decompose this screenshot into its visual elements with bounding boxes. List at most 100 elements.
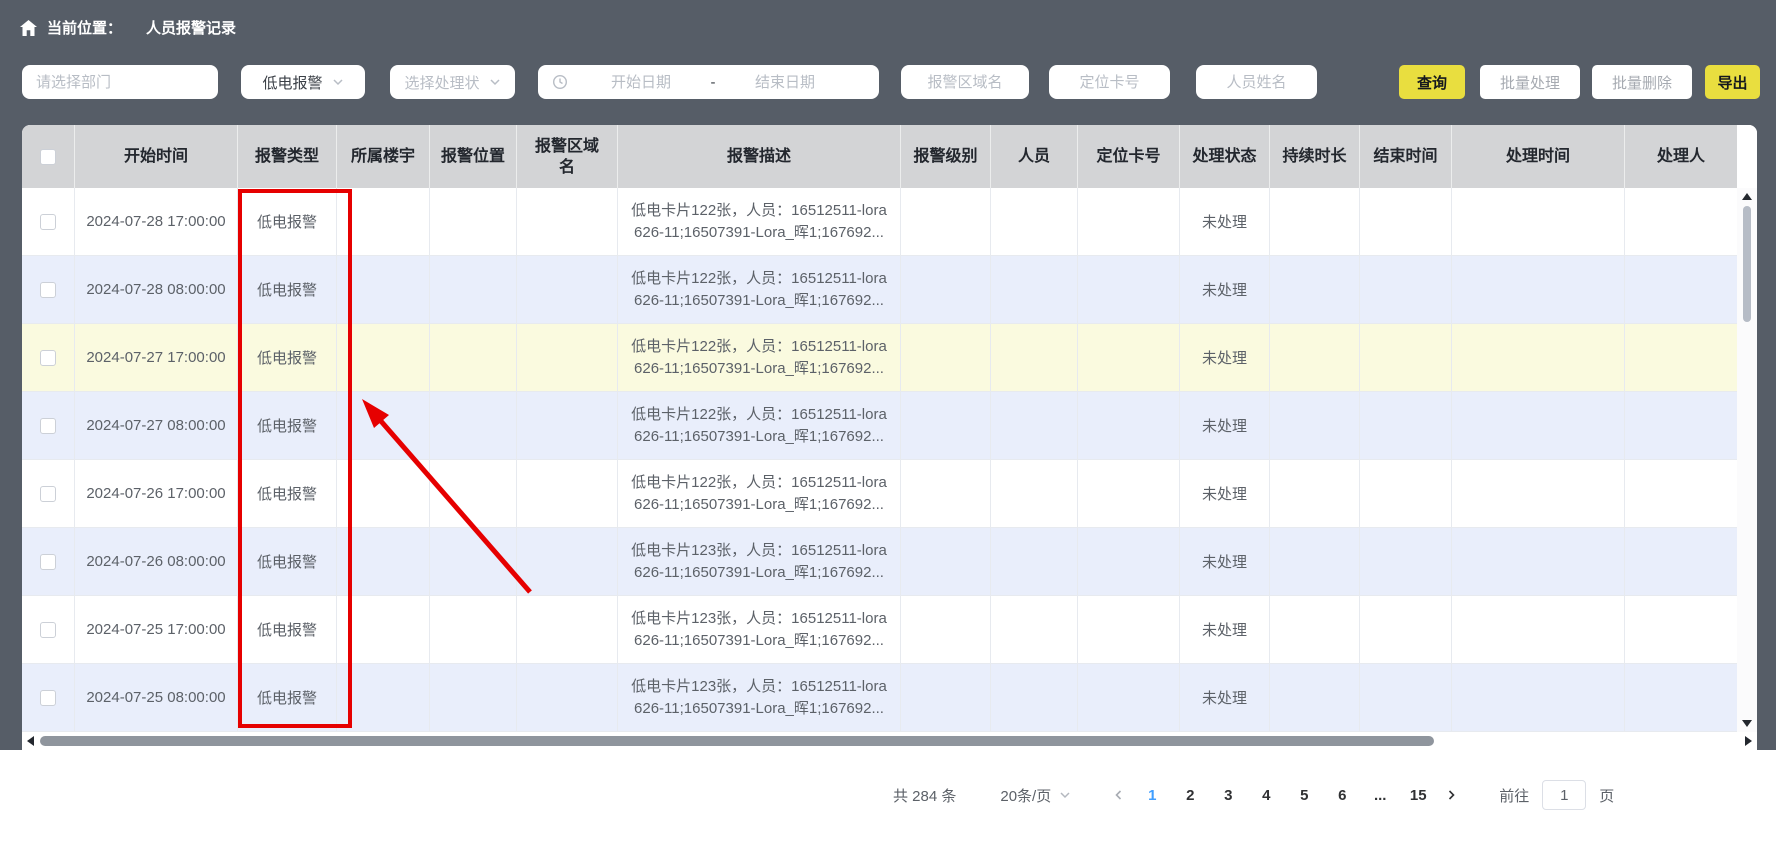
column-header: 结束时间 (1360, 125, 1452, 188)
query-button[interactable]: 查询 (1399, 65, 1465, 99)
row-checkbox-cell (22, 256, 75, 323)
next-page-icon[interactable] (1437, 789, 1465, 801)
cell-process-time (1452, 596, 1625, 663)
cell-duration (1270, 256, 1360, 323)
table-header: 开始时间报警类型所属楼宇报警位置报警区域名报警描述报警级别人员定位卡号处理状态持… (22, 125, 1737, 188)
end-date-input[interactable] (726, 73, 844, 92)
prev-page-icon[interactable] (1105, 789, 1133, 801)
horizontal-scroll-thumb[interactable] (40, 736, 1434, 746)
cell-end-time (1360, 528, 1452, 595)
cell-duration (1270, 528, 1360, 595)
page-background: 当前位置： 人员报警记录 低电报警 选择处理状 - 查询 批量处理 批量删除 导… (0, 0, 1776, 750)
date-range-picker[interactable]: - (538, 65, 879, 99)
start-date-input[interactable] (582, 73, 700, 92)
scroll-down-icon[interactable] (1742, 720, 1752, 727)
page-size-select[interactable]: 20条/页 (1000, 785, 1071, 806)
scroll-right-icon[interactable] (1745, 736, 1752, 746)
page-number-15[interactable]: 15 (1399, 787, 1437, 804)
chevron-down-icon (332, 76, 344, 88)
page-number-1[interactable]: 1 (1133, 787, 1171, 804)
row-checkbox-cell (22, 528, 75, 595)
cell-duration (1270, 324, 1360, 391)
cell-card (1078, 188, 1180, 255)
row-checkbox[interactable] (40, 554, 56, 570)
alarm-area-input[interactable] (901, 65, 1029, 99)
row-checkbox[interactable] (40, 486, 56, 502)
cell-status: 未处理 (1180, 324, 1270, 391)
cell-process-time (1452, 256, 1625, 323)
department-input[interactable] (22, 65, 218, 99)
alarm-type-value: 低电报警 (262, 72, 322, 93)
page-number-4[interactable]: 4 (1247, 787, 1285, 804)
process-status-select[interactable]: 选择处理状 (390, 65, 515, 99)
select-all-checkbox[interactable] (40, 149, 56, 165)
cell-building (337, 460, 430, 527)
cell-card (1078, 392, 1180, 459)
cell-start-time: 2024-07-28 08:00:00 (75, 256, 238, 323)
vertical-scroll-thumb[interactable] (1743, 206, 1751, 322)
row-checkbox[interactable] (40, 214, 56, 230)
column-header: 报警位置 (430, 125, 517, 188)
alarm-records-table: 开始时间报警类型所属楼宇报警位置报警区域名报警描述报警级别人员定位卡号处理状态持… (22, 125, 1757, 750)
table-row: 2024-07-26 17:00:00低电报警低电卡片122张，人员：16512… (22, 460, 1737, 528)
column-header: 报警级别 (901, 125, 991, 188)
table-row: 2024-07-28 08:00:00低电报警低电卡片122张，人员：16512… (22, 256, 1737, 324)
cell-building (337, 188, 430, 255)
cell-processor (1625, 460, 1737, 527)
cell-status: 未处理 (1180, 528, 1270, 595)
row-checkbox[interactable] (40, 282, 56, 298)
row-checkbox[interactable] (40, 622, 56, 638)
scroll-left-icon[interactable] (27, 736, 34, 746)
cell-duration (1270, 596, 1360, 663)
goto-unit: 页 (1599, 785, 1614, 806)
goto-label: 前往 (1499, 785, 1529, 806)
cell-process-time (1452, 392, 1625, 459)
cell-alarm-type: 低电报警 (238, 188, 337, 255)
alarm-type-select[interactable]: 低电报警 (241, 65, 365, 99)
cell-area (517, 596, 618, 663)
cell-level (901, 392, 991, 459)
cell-area (517, 460, 618, 527)
cell-alarm-type: 低电报警 (238, 460, 337, 527)
process-status-placeholder: 选择处理状 (404, 72, 479, 93)
export-button[interactable]: 导出 (1705, 65, 1760, 99)
page-number-3[interactable]: 3 (1209, 787, 1247, 804)
column-header: 人员 (991, 125, 1078, 188)
cell-alarm-description: 低电卡片122张，人员：16512511-lora626-11;16507391… (618, 392, 901, 459)
batch-process-button[interactable]: 批量处理 (1480, 65, 1580, 99)
total-count: 共 284 条 (893, 785, 956, 806)
page-number-6[interactable]: 6 (1323, 787, 1361, 804)
page-number-2[interactable]: 2 (1171, 787, 1209, 804)
person-name-input[interactable] (1196, 65, 1317, 99)
cell-alarm-description: 低电卡片122张，人员：16512511-lora626-11;16507391… (618, 324, 901, 391)
column-header: 开始时间 (75, 125, 238, 188)
cell-person (991, 324, 1078, 391)
clock-icon (552, 74, 568, 90)
cell-location (430, 188, 517, 255)
table-row: 2024-07-28 17:00:00低电报警低电卡片122张，人员：16512… (22, 188, 1737, 256)
cell-end-time (1360, 188, 1452, 255)
batch-delete-button[interactable]: 批量删除 (1592, 65, 1692, 99)
row-checkbox[interactable] (40, 350, 56, 366)
goto-page-input[interactable] (1542, 780, 1586, 810)
column-header: 处理时间 (1452, 125, 1625, 188)
cell-card (1078, 528, 1180, 595)
locate-card-input[interactable] (1049, 65, 1170, 99)
cell-start-time: 2024-07-27 17:00:00 (75, 324, 238, 391)
scroll-up-icon[interactable] (1742, 193, 1752, 200)
cell-building (337, 324, 430, 391)
page-number-5[interactable]: 5 (1285, 787, 1323, 804)
cell-location (430, 324, 517, 391)
cell-end-time (1360, 596, 1452, 663)
vertical-scrollbar[interactable] (1737, 188, 1757, 732)
breadcrumb-prefix: 当前位置： (47, 17, 122, 38)
table-row: 2024-07-25 08:00:00低电报警低电卡片123张，人员：16512… (22, 664, 1737, 732)
cell-status: 未处理 (1180, 460, 1270, 527)
row-checkbox[interactable] (40, 690, 56, 706)
table-row: 2024-07-27 17:00:00低电报警低电卡片122张，人员：16512… (22, 324, 1737, 392)
row-checkbox[interactable] (40, 418, 56, 434)
cell-alarm-type: 低电报警 (238, 256, 337, 323)
cell-alarm-type: 低电报警 (238, 528, 337, 595)
page-ellipsis[interactable]: ... (1361, 787, 1399, 804)
horizontal-scrollbar[interactable] (22, 732, 1757, 750)
